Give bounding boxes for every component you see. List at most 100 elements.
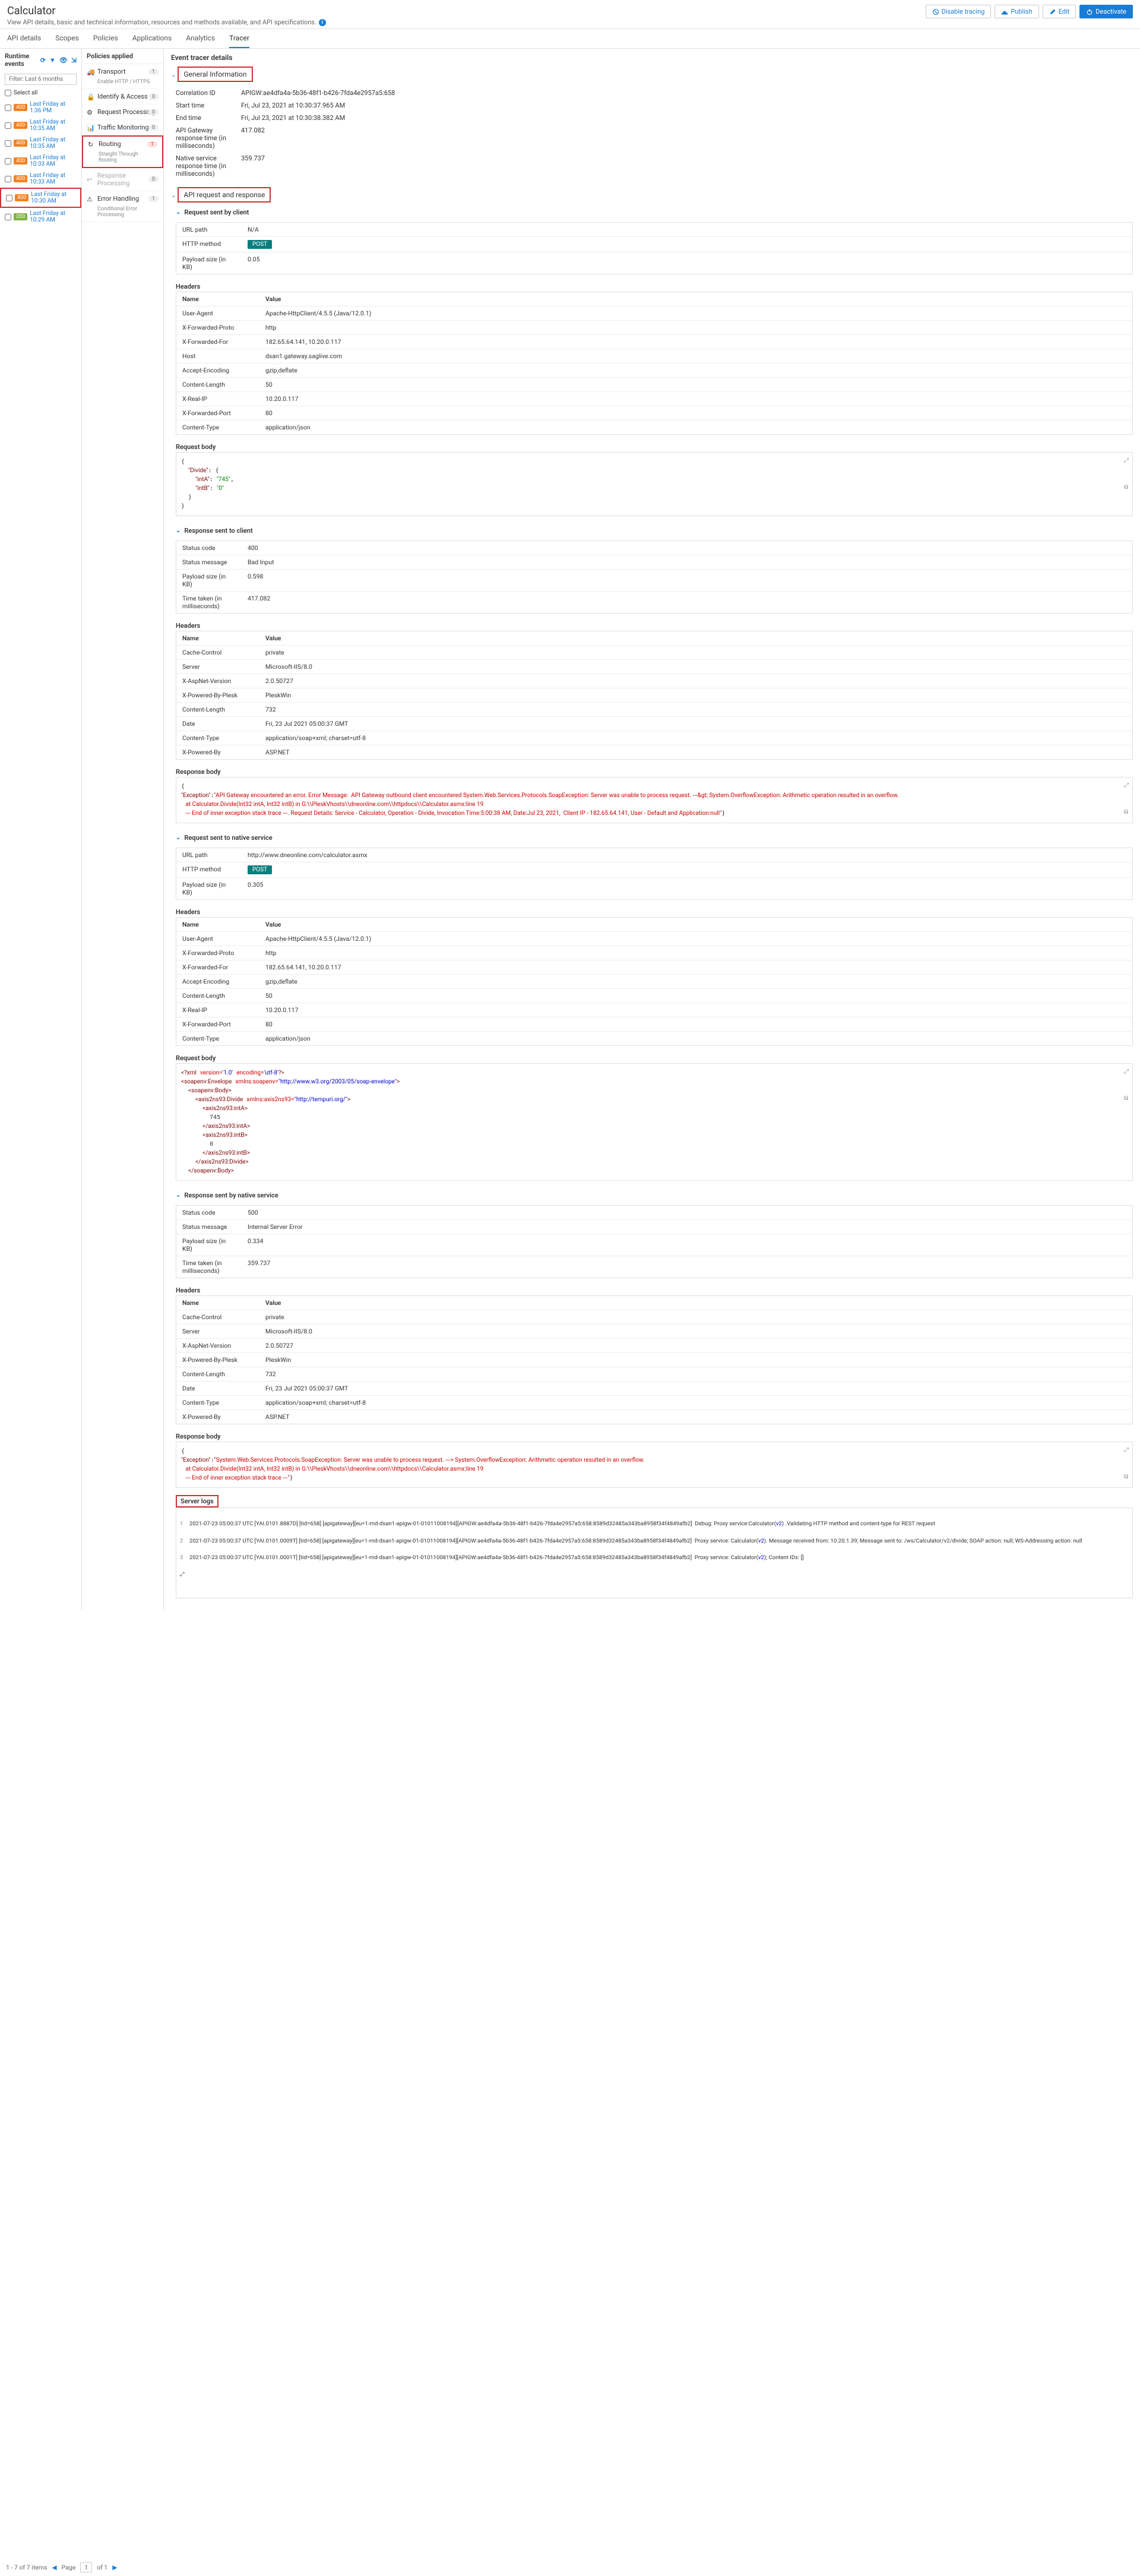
chevron-down-icon[interactable]: ⌄	[171, 192, 176, 199]
event-checkbox[interactable]	[6, 195, 12, 201]
copy-icon[interactable]: ⧉	[1124, 483, 1129, 492]
policy-count: 0	[148, 125, 159, 131]
header-name: User-Agent	[176, 932, 259, 946]
tab-policies[interactable]: Policies	[93, 29, 118, 48]
policy-item-traffic-monitoring[interactable]: 📊Traffic Monitoring0	[82, 120, 163, 135]
event-checkbox[interactable]	[5, 140, 11, 147]
req-native-title[interactable]: Request sent to native service	[184, 834, 272, 842]
header-value: gzip,deflate	[259, 364, 1132, 377]
status-badge: 400	[14, 157, 27, 165]
event-checkbox[interactable]	[5, 214, 11, 220]
header-name-col: Name	[176, 918, 259, 931]
deactivate-button[interactable]: Deactivate	[1079, 5, 1133, 18]
policy-count: 0	[148, 94, 159, 100]
refresh-icon[interactable]: ⟳	[40, 56, 46, 64]
filter-input[interactable]: Filter: Last 6 months	[5, 74, 77, 85]
api-rr-title[interactable]: API request and response	[178, 187, 271, 203]
header-name: X-AspNet-Version	[176, 674, 259, 688]
policy-count: 1	[148, 196, 159, 202]
select-all-checkbox[interactable]	[5, 90, 11, 96]
runtime-event-row[interactable]: 400Last Friday at 10:35 AM	[0, 116, 81, 134]
expand-icon[interactable]: ⤢	[1124, 1067, 1129, 1076]
data-value: Internal Server Error	[242, 1220, 1132, 1234]
next-page-icon[interactable]: ▶	[112, 2564, 117, 2571]
event-checkbox[interactable]	[5, 176, 11, 182]
data-value: 0.305	[242, 878, 1132, 899]
tab-tracer[interactable]: Tracer	[229, 29, 249, 48]
body-label: Response body	[176, 1429, 1133, 1442]
policy-item-routing[interactable]: ↻Routing1Straight Through Routing	[82, 135, 163, 168]
chevron-down-icon[interactable]: ⌄	[176, 209, 180, 216]
copy-icon[interactable]: ⧉	[1124, 808, 1129, 817]
select-all-row[interactable]: Select all	[0, 87, 81, 99]
page-input[interactable]: 1	[80, 2562, 92, 2572]
response-body-native[interactable]: {"Exception":"System.Web.Services.Protoc…	[176, 1442, 1133, 1488]
info-icon[interactable]: i	[319, 19, 326, 26]
header-value: Fri, 23 Jul 2021 05:00:37 GMT	[259, 717, 1132, 731]
runtime-event-row[interactable]: 400Last Friday at 10:30 AM	[0, 188, 81, 208]
server-logs-title[interactable]: Server logs	[176, 1495, 218, 1507]
chevron-down-icon[interactable]: ⌄	[176, 1192, 180, 1199]
expand-icon[interactable]: ⤢	[1124, 1446, 1129, 1455]
expand-icon[interactable]: ⤢	[180, 1571, 185, 1578]
response-body-code[interactable]: {"Exception":"API Gateway encountered an…	[176, 777, 1133, 823]
runtime-title: Runtime events	[5, 52, 40, 68]
tab-applications[interactable]: Applications	[132, 29, 172, 48]
request-body-code[interactable]: { "Divide": { "intA": "745", "intB": "0"…	[176, 452, 1133, 516]
header-name-col: Name	[176, 631, 259, 645]
pagination-footer: 1 - 7 of 7 items ◀ Page 1 of 1 ▶	[0, 2559, 123, 2576]
event-checkbox[interactable]	[5, 122, 11, 129]
policy-item-transport[interactable]: 🚚Transport1Enable HTTP / HTTPS	[82, 64, 163, 89]
page-title: Calculator	[7, 5, 326, 17]
runtime-event-row[interactable]: 400Last Friday at 10:33 AM	[0, 152, 81, 170]
eye-icon[interactable]: 👁	[59, 56, 68, 64]
runtime-event-row[interactable]: 400Last Friday at 1:36 PM	[0, 99, 81, 116]
expand-icon[interactable]: ⤢	[1124, 456, 1129, 465]
runtime-event-row[interactable]: 400Last Friday at 10:35 AM	[0, 134, 81, 152]
copy-icon[interactable]: ⧉	[1124, 1472, 1129, 1481]
header-name-col: Name	[176, 1296, 259, 1310]
resp-client-title[interactable]: Response sent to client	[184, 527, 252, 535]
data-value: 0.05	[242, 252, 1132, 274]
runtime-event-row[interactable]: 200Last Friday at 10:29 AM	[0, 208, 81, 226]
prev-page-icon[interactable]: ◀	[52, 2564, 56, 2571]
data-key: HTTP method	[176, 862, 242, 877]
expand-icon[interactable]: ⤢	[1124, 781, 1129, 790]
runtime-event-row[interactable]: 400Last Friday at 10:33 AM	[0, 170, 81, 188]
server-logs[interactable]: 12021-07-23 05:00:37 UTC [YAI.0101.8887D…	[176, 1507, 1133, 1598]
header-name: Content-Type	[176, 1396, 259, 1409]
data-value: 417.082	[242, 592, 1132, 613]
policy-item-response-processing[interactable]: ↩Response Processing0	[82, 168, 163, 191]
event-checkbox[interactable]	[5, 105, 11, 111]
header-value: 50	[259, 378, 1132, 391]
policy-count: 1	[147, 141, 157, 147]
copy-icon[interactable]: ⧉	[1124, 1094, 1129, 1103]
chevron-down-icon[interactable]: ⌄	[176, 835, 180, 841]
policy-item-error-handling[interactable]: ⚠Error Handling1Conditional Error Proces…	[82, 191, 163, 222]
tab-scopes[interactable]: Scopes	[55, 29, 79, 48]
header-value: gzip,deflate	[259, 975, 1132, 988]
disable-tracing-button[interactable]: Disable tracing	[926, 5, 992, 18]
bars-icon: 📊	[87, 124, 94, 131]
policy-item-identify-access[interactable]: 🔒Identify & Access0	[82, 89, 163, 105]
policy-item-request-processing[interactable]: ⚙Request Processing0	[82, 105, 163, 120]
request-body-xml[interactable]: <?xml version='1.0' encoding='utf-8'?><s…	[176, 1063, 1133, 1181]
edit-button[interactable]: Edit	[1043, 5, 1076, 18]
chevron-down-icon[interactable]: ⌄	[176, 527, 180, 534]
general-info-title[interactable]: General Information	[178, 67, 252, 82]
tab-analytics[interactable]: Analytics	[186, 29, 215, 48]
data-key: Status message	[176, 555, 242, 569]
req-client-title[interactable]: Request sent by client	[184, 208, 249, 216]
header-value: http	[259, 946, 1132, 960]
tab-api-details[interactable]: API details	[7, 29, 41, 48]
export-icon[interactable]: ⇲	[71, 56, 77, 64]
chevron-down-icon[interactable]: ⌄	[171, 72, 176, 78]
data-key: Status message	[176, 1220, 242, 1234]
event-checkbox[interactable]	[5, 158, 11, 165]
filter-icon[interactable]: ▼	[49, 56, 56, 64]
resp-native-title[interactable]: Response sent by native service	[184, 1191, 278, 1199]
header-value: Microsoft-IIS/8.0	[259, 1325, 1132, 1338]
data-value: 500	[242, 1206, 1132, 1219]
warn-icon: ⚠	[87, 195, 94, 203]
publish-button[interactable]: Publish	[995, 5, 1038, 18]
